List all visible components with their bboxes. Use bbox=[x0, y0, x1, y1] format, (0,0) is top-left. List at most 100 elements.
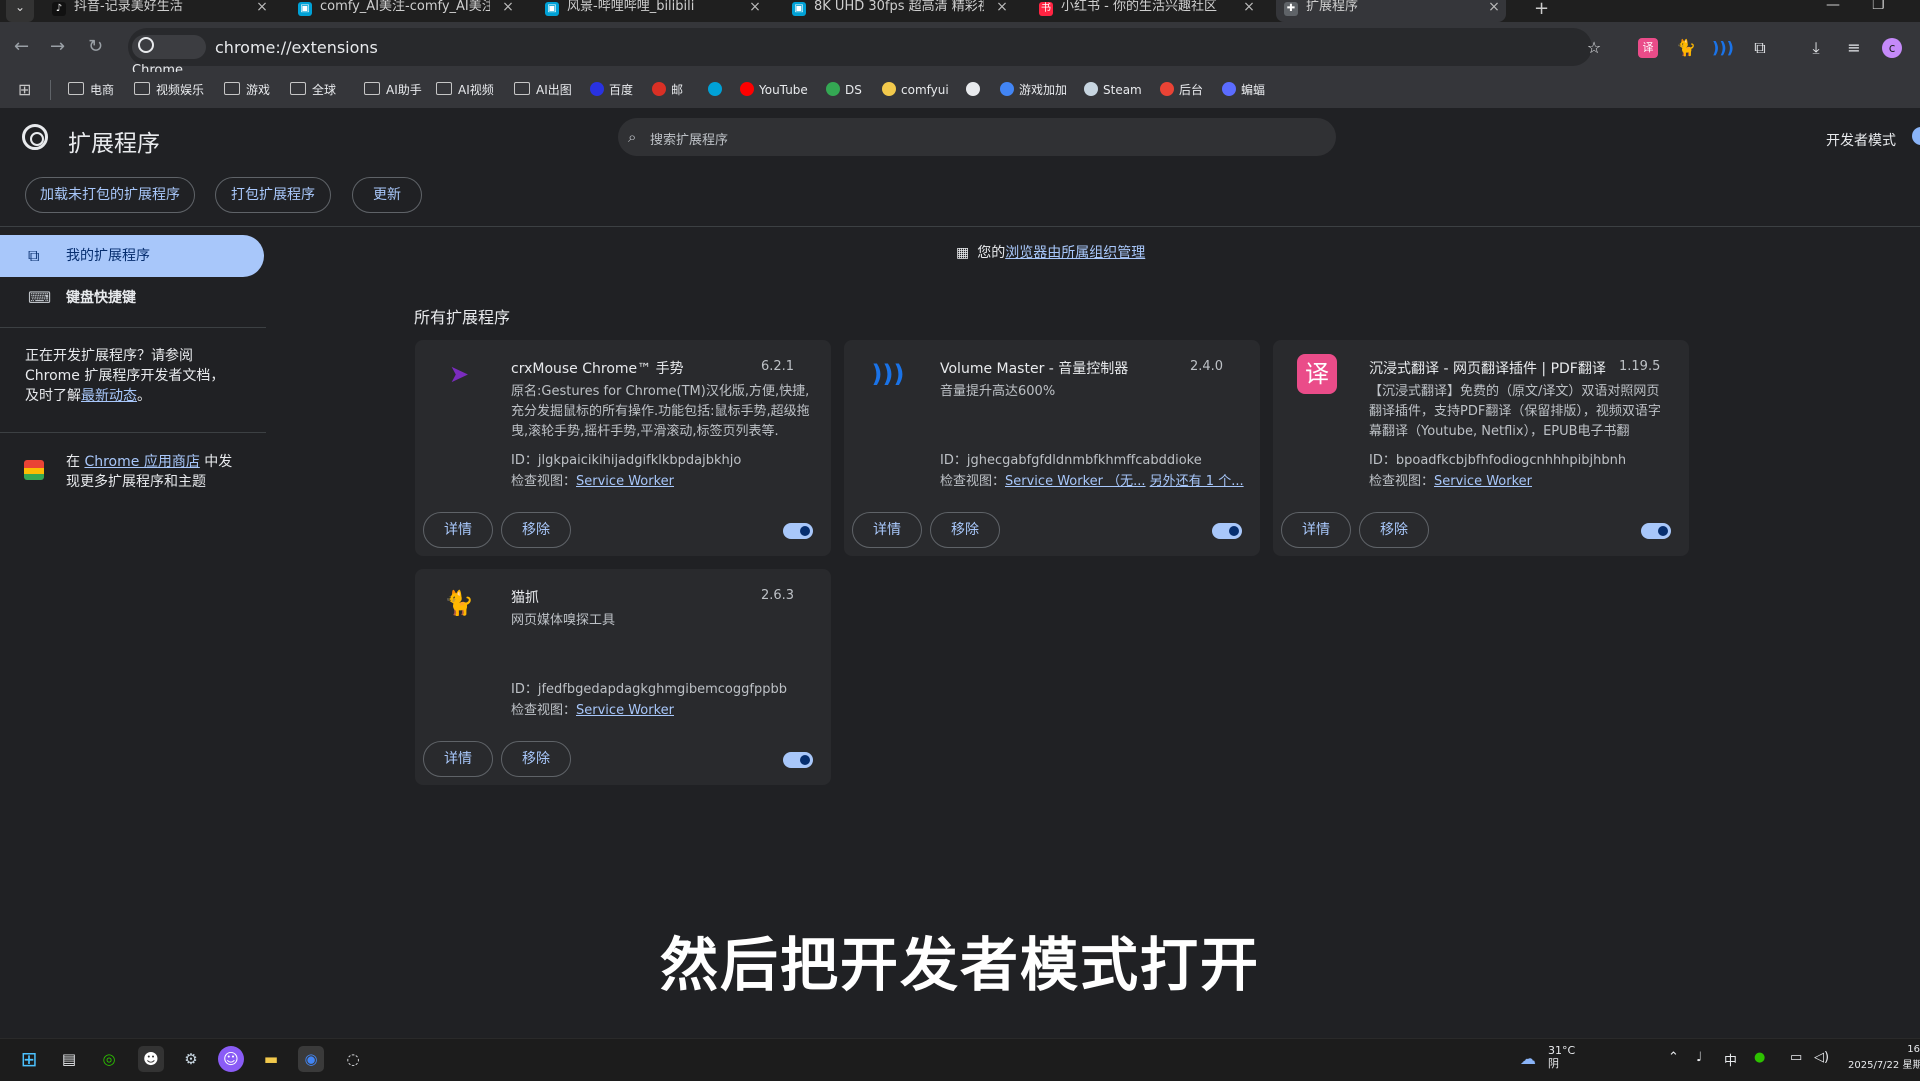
tab-close-icon[interactable]: × bbox=[500, 0, 516, 14]
bookmark-item[interactable]: 百度 bbox=[590, 78, 633, 102]
game-app-icon[interactable]: ☻ bbox=[138, 1046, 164, 1072]
speaker-icon[interactable]: ◁) bbox=[1814, 1050, 1829, 1065]
windows-start-icon[interactable]: ⊞ bbox=[16, 1046, 42, 1072]
browser-tab[interactable]: ▣ 风景-哔哩哔哩_bilibili × bbox=[537, 0, 767, 22]
bookmark-item[interactable]: 全球 bbox=[290, 78, 336, 102]
profile-avatar[interactable]: c bbox=[1882, 38, 1902, 58]
calculator-icon[interactable]: ▤ bbox=[56, 1046, 82, 1072]
wechat-tray-icon[interactable]: ● bbox=[1754, 1050, 1765, 1065]
steam-icon[interactable]: ⚙ bbox=[178, 1046, 204, 1072]
bookmark-item[interactable] bbox=[708, 78, 727, 102]
bookmark-item[interactable] bbox=[966, 78, 985, 102]
more-views-link[interactable]: 另外还有 1 个... bbox=[1150, 474, 1244, 489]
sidebar-item-my-extensions[interactable]: ⧉ 我的扩展程序 bbox=[0, 235, 264, 277]
media-control-icon[interactable]: ≡ bbox=[1844, 38, 1864, 58]
browser-tab[interactable]: ✚ 扩展程序 × bbox=[1276, 0, 1506, 22]
wechat-icon[interactable]: ◎ bbox=[96, 1046, 122, 1072]
service-worker-link[interactable]: Service Worker （无... bbox=[1005, 474, 1146, 489]
video-subtitle: 然后把开发者模式打开 bbox=[659, 931, 1260, 999]
file-explorer-icon[interactable]: ▬ bbox=[258, 1046, 284, 1072]
restore-icon[interactable]: ❐ bbox=[1872, 0, 1885, 13]
web-store-link[interactable]: Chrome 应用商店 bbox=[84, 454, 199, 470]
browser-tab[interactable]: ♪ 抖音-记录美好生活 × bbox=[44, 0, 274, 22]
bookmark-item[interactable]: 蝙蝠 bbox=[1222, 78, 1265, 102]
new-tab-button[interactable]: + bbox=[1534, 0, 1549, 19]
bookmark-item[interactable]: YouTube bbox=[740, 78, 808, 102]
extensions-puzzle-icon[interactable]: ⧉ bbox=[1750, 38, 1770, 58]
forward-icon[interactable]: → bbox=[50, 36, 65, 57]
bookmark-label: 后台 bbox=[1179, 83, 1204, 97]
bookmark-favicon-icon bbox=[1084, 82, 1098, 96]
bookmark-item[interactable]: 邮 bbox=[652, 78, 683, 102]
bookmark-item[interactable]: 电商 bbox=[68, 78, 114, 102]
managed-link[interactable]: 浏览器由所属组织管理 bbox=[1005, 245, 1145, 261]
browser-tab[interactable]: ▣ 8K UHD 30fps 超高清 精彩视界 × bbox=[784, 0, 1014, 22]
browser-tab[interactable]: ▣ comfy_AI美注-comfy_AI美注UP主 × bbox=[290, 0, 520, 22]
site-chip[interactable]: Chrome bbox=[132, 35, 206, 78]
bookmark-item[interactable]: comfyui bbox=[882, 78, 949, 102]
bookmark-item[interactable]: Steam bbox=[1084, 78, 1142, 102]
details-button[interactable]: 详情 bbox=[423, 741, 493, 777]
microphone-icon[interactable]: ♩ bbox=[1696, 1050, 1702, 1065]
cat-catch-ext-icon[interactable]: 🐈 bbox=[1676, 38, 1696, 58]
bookmark-item[interactable]: 后台 bbox=[1160, 78, 1203, 102]
details-button[interactable]: 详情 bbox=[423, 512, 493, 548]
pack-extension-button[interactable]: 打包扩展程序 bbox=[215, 177, 331, 213]
clock[interactable]: 16 2025/7/22 星期 bbox=[1848, 1042, 1920, 1074]
bookmark-item[interactable]: AI视频 bbox=[436, 78, 494, 102]
url-text[interactable]: chrome://extensions bbox=[215, 38, 378, 57]
bookmark-item[interactable]: DS bbox=[826, 78, 862, 102]
chrome-taskbar-icon[interactable]: ◉ bbox=[298, 1046, 324, 1072]
extension-description: 网页媒体嗅探工具 bbox=[511, 613, 616, 628]
back-icon[interactable]: ← bbox=[14, 36, 29, 57]
remove-button[interactable]: 移除 bbox=[501, 512, 571, 548]
bookmark-item[interactable]: 视频娱乐 bbox=[134, 78, 204, 102]
extension-card: ))) Volume Master - 音量控制器 2.4.0 音量提升高达60… bbox=[844, 340, 1260, 556]
volume-master-ext-icon[interactable]: ))) bbox=[1712, 38, 1734, 58]
service-worker-link[interactable]: Service Worker bbox=[576, 474, 674, 489]
browser-tab[interactable]: 书小红书 - 你的生活兴趣社区 × bbox=[1031, 0, 1261, 22]
app-taskbar-icon[interactable]: ◌ bbox=[340, 1046, 366, 1072]
network-icon[interactable]: ▭ bbox=[1790, 1050, 1802, 1065]
remove-button[interactable]: 移除 bbox=[1359, 512, 1429, 548]
apps-grid-icon[interactable]: ⊞ bbox=[18, 80, 31, 99]
update-button[interactable]: 更新 bbox=[352, 177, 422, 213]
bookmark-item[interactable]: 游戏加加 bbox=[1000, 78, 1067, 102]
ime-indicator[interactable]: 中 bbox=[1724, 1050, 1737, 1069]
tray-overflow-icon[interactable]: ⌃ bbox=[1668, 1050, 1679, 1065]
latest-news-link[interactable]: 最新动态 bbox=[81, 388, 137, 404]
tab-close-icon[interactable]: × bbox=[254, 0, 270, 14]
extension-enable-toggle[interactable] bbox=[1212, 523, 1242, 539]
minimize-icon[interactable]: — bbox=[1826, 0, 1840, 13]
inspect-views: 检查视图：Service Worker （无... 另外还有 1 个... bbox=[940, 474, 1244, 489]
remove-button[interactable]: 移除 bbox=[930, 512, 1000, 548]
sidebar-item-keyboard-shortcuts[interactable]: ⌨ 键盘快捷键 bbox=[0, 277, 264, 319]
bookmark-item[interactable]: AI出图 bbox=[514, 78, 572, 102]
immersive-translate-ext-icon[interactable]: 译 bbox=[1638, 38, 1658, 58]
extension-enable-toggle[interactable] bbox=[1641, 523, 1671, 539]
load-unpacked-button[interactable]: 加载未打包的扩展程序 bbox=[25, 177, 195, 213]
details-button[interactable]: 详情 bbox=[1281, 512, 1351, 548]
extension-card: 译 沉浸式翻译 - 网页翻译插件 | PDF翻译 | ... 1.19.5 【沉… bbox=[1273, 340, 1689, 556]
bookmark-item[interactable]: AI助手 bbox=[364, 78, 422, 102]
download-icon[interactable]: ⤓ bbox=[1806, 38, 1826, 58]
service-worker-link[interactable]: Service Worker bbox=[576, 703, 674, 718]
remove-button[interactable]: 移除 bbox=[501, 741, 571, 777]
reload-icon[interactable]: ↻ bbox=[88, 36, 103, 57]
bookmark-item[interactable]: 游戏 bbox=[224, 78, 270, 102]
developer-mode-toggle[interactable] bbox=[1912, 127, 1920, 145]
tab-close-icon[interactable]: × bbox=[1486, 0, 1502, 14]
tab-search-button[interactable]: ⌄ bbox=[6, 0, 34, 22]
bookmark-favicon-icon bbox=[882, 82, 896, 96]
extension-enable-toggle[interactable] bbox=[783, 752, 813, 768]
tab-close-icon[interactable]: × bbox=[994, 0, 1010, 14]
weather-widget[interactable]: 31°C 阴 bbox=[1548, 1044, 1575, 1070]
details-button[interactable]: 详情 bbox=[852, 512, 922, 548]
service-worker-link[interactable]: Service Worker bbox=[1434, 474, 1532, 489]
chat-app-icon[interactable]: ☺ bbox=[218, 1046, 244, 1072]
tab-close-icon[interactable]: × bbox=[1241, 0, 1257, 14]
extension-enable-toggle[interactable] bbox=[783, 523, 813, 539]
bookmark-star-icon[interactable]: ☆ bbox=[1584, 38, 1604, 58]
bookmark-label: 视频娱乐 bbox=[156, 83, 205, 97]
tab-close-icon[interactable]: × bbox=[747, 0, 763, 14]
